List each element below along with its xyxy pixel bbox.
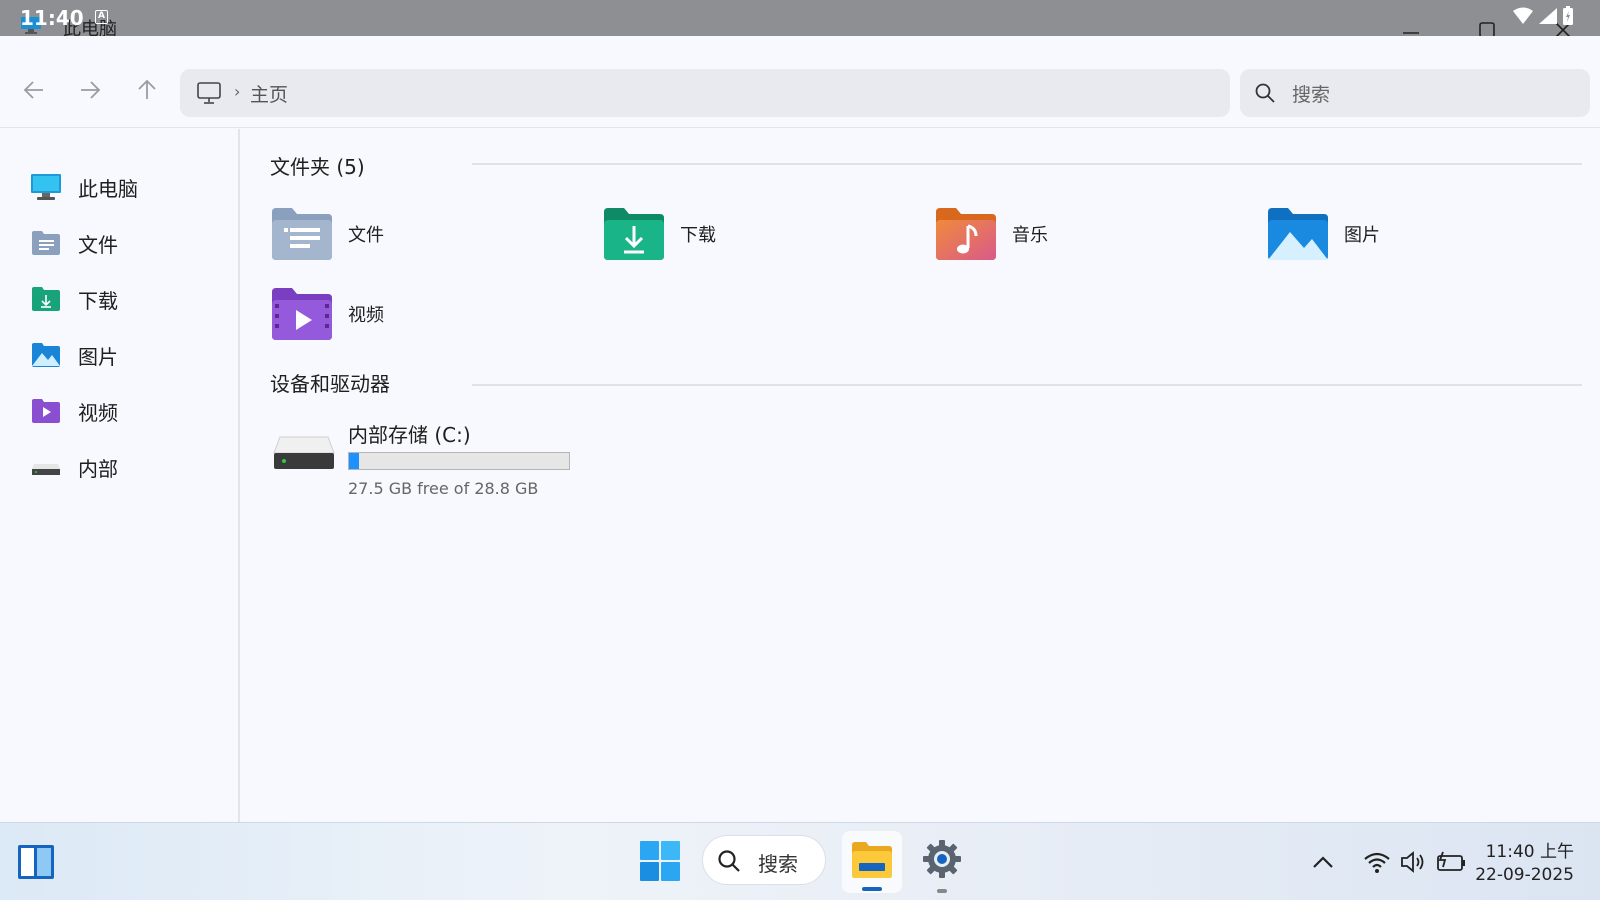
sidebar-item-internal[interactable]: 内部 bbox=[30, 447, 230, 487]
hard-drive-icon bbox=[273, 436, 335, 469]
downloads-folder-icon bbox=[32, 287, 60, 311]
breadcrumb-home[interactable]: 主页 bbox=[250, 80, 288, 107]
show-hidden-icons-button[interactable] bbox=[1310, 849, 1336, 875]
arrow-left-icon bbox=[23, 81, 43, 99]
wifi-icon bbox=[1364, 852, 1390, 873]
wifi-status-icon bbox=[1513, 7, 1533, 24]
taskbar-file-explorer[interactable] bbox=[842, 831, 902, 893]
desktop-button[interactable] bbox=[16, 843, 56, 881]
drive-internal-storage[interactable]: 内部存储 (C:) 27.5 GB free of 28.8 GB bbox=[272, 419, 592, 499]
speaker-icon bbox=[1401, 851, 1424, 873]
search-placeholder: 搜索 bbox=[1292, 84, 1331, 106]
up-button[interactable] bbox=[133, 76, 161, 104]
windows-start-icon bbox=[640, 841, 680, 881]
drive-icon bbox=[32, 464, 60, 475]
pictures-folder-icon bbox=[1268, 208, 1328, 260]
search-icon bbox=[718, 850, 740, 872]
monitor-icon bbox=[197, 82, 221, 104]
search-input[interactable]: 搜索 bbox=[1240, 69, 1590, 117]
devices-section-title: 设备和驱动器 bbox=[270, 372, 390, 396]
volume-button[interactable] bbox=[1398, 847, 1428, 877]
taskbar-settings[interactable] bbox=[918, 835, 966, 883]
search-icon bbox=[1255, 83, 1275, 103]
main-content: 文件夹 (5) 文件 下载 音乐 图片 视频 设备和驱动器 内部存储 (C:) … bbox=[242, 129, 1600, 822]
address-bar[interactable]: › 主页 bbox=[180, 69, 1230, 117]
battery-charging-icon bbox=[1437, 851, 1465, 871]
active-app-indicator bbox=[862, 887, 882, 891]
taskbar: 搜索 11:40 上午 22-09-2025 bbox=[0, 822, 1600, 900]
devices-divider bbox=[472, 384, 1582, 386]
folder-music[interactable]: 音乐 bbox=[934, 202, 1254, 266]
back-button[interactable] bbox=[20, 76, 48, 104]
videos-folder-icon bbox=[32, 399, 60, 423]
start-button[interactable] bbox=[636, 837, 684, 885]
panel-layout-icon bbox=[18, 845, 54, 879]
folders-divider bbox=[472, 163, 1582, 165]
taskbar-search[interactable]: 搜索 bbox=[702, 835, 826, 885]
sidebar-item-this-pc[interactable]: 此电脑 bbox=[30, 167, 230, 207]
documents-folder-icon bbox=[272, 208, 332, 260]
videos-folder-icon bbox=[272, 288, 332, 340]
sidebar: 此电脑 文件 下载 图片 视频 内部 bbox=[0, 129, 240, 822]
taskbar-date[interactable]: 22-09-2025 bbox=[1475, 865, 1574, 885]
battery-button[interactable] bbox=[1434, 847, 1468, 877]
status-icons bbox=[1512, 6, 1574, 26]
music-folder-icon bbox=[936, 208, 996, 260]
title-bar: 此电脑 bbox=[0, 14, 1600, 40]
taskbar-time[interactable]: 11:40 上午 bbox=[1486, 837, 1574, 862]
battery-status-icon bbox=[1563, 6, 1573, 25]
drive-name: 内部存储 (C:) bbox=[348, 423, 471, 447]
folder-pictures[interactable]: 图片 bbox=[1266, 202, 1586, 266]
folder-downloads[interactable]: 下载 bbox=[602, 202, 922, 266]
file-explorer-icon bbox=[852, 842, 892, 878]
sidebar-item-documents[interactable]: 文件 bbox=[30, 223, 230, 263]
arrow-right-icon bbox=[81, 81, 101, 99]
drive-free-space: 27.5 GB free of 28.8 GB bbox=[348, 479, 539, 498]
downloads-folder-icon bbox=[604, 208, 664, 260]
pictures-folder-icon bbox=[32, 343, 60, 367]
drive-usage-fill bbox=[349, 453, 359, 469]
drive-usage-bar bbox=[348, 452, 570, 470]
folder-videos[interactable]: 视频 bbox=[270, 282, 590, 346]
settings-gear-icon bbox=[923, 840, 961, 878]
chevron-up-icon bbox=[1313, 856, 1333, 868]
forward-button[interactable] bbox=[76, 76, 104, 104]
documents-folder-icon bbox=[32, 231, 60, 255]
breadcrumb-separator: › bbox=[234, 82, 241, 101]
arrow-up-icon bbox=[138, 79, 156, 99]
cell-signal-icon bbox=[1539, 8, 1557, 24]
sidebar-item-pictures[interactable]: 图片 bbox=[30, 335, 230, 375]
wifi-button[interactable] bbox=[1362, 847, 1392, 877]
sidebar-item-videos[interactable]: 视频 bbox=[30, 391, 230, 431]
toolbar: › 主页 搜索 bbox=[0, 36, 1600, 128]
notification-icon: A bbox=[95, 10, 108, 24]
computer-icon bbox=[31, 174, 61, 200]
folders-section-title: 文件夹 (5) bbox=[270, 155, 365, 179]
running-app-indicator bbox=[937, 889, 947, 893]
folder-documents[interactable]: 文件 bbox=[270, 202, 590, 266]
sidebar-item-downloads[interactable]: 下载 bbox=[30, 279, 230, 319]
status-time: 11:40 bbox=[20, 6, 84, 30]
